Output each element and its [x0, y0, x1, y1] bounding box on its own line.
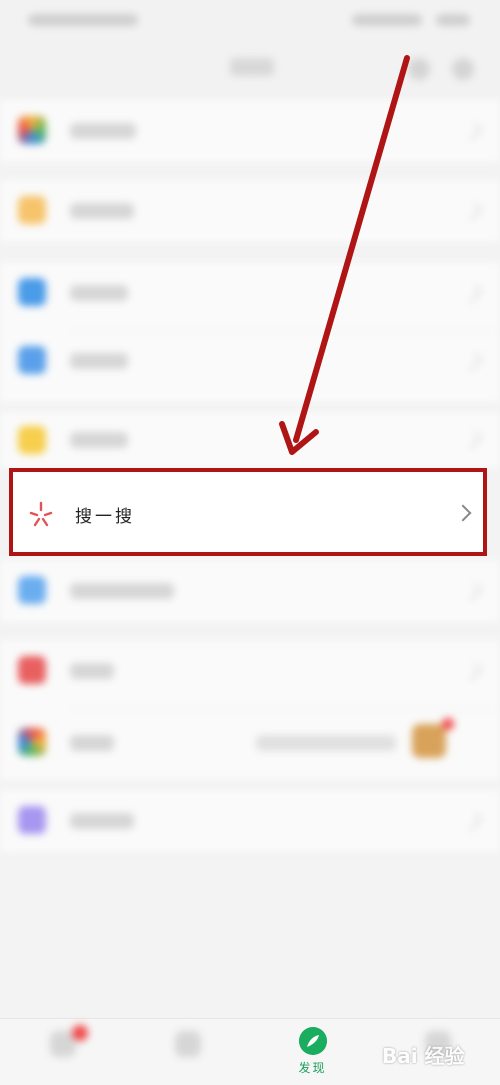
tab-discover-label: 发现: [298, 1061, 327, 1075]
tab-chats[interactable]: [0, 1019, 125, 1085]
compass-icon: [298, 1027, 327, 1055]
annotation-arrow: [279, 55, 410, 455]
tab-discover[interactable]: 发现: [250, 1019, 375, 1085]
contacts-icon: [174, 1031, 201, 1057]
watermark: Bai 经验: [382, 1044, 465, 1068]
tab-contacts[interactable]: [125, 1019, 250, 1085]
unread-badge: [72, 1025, 88, 1041]
